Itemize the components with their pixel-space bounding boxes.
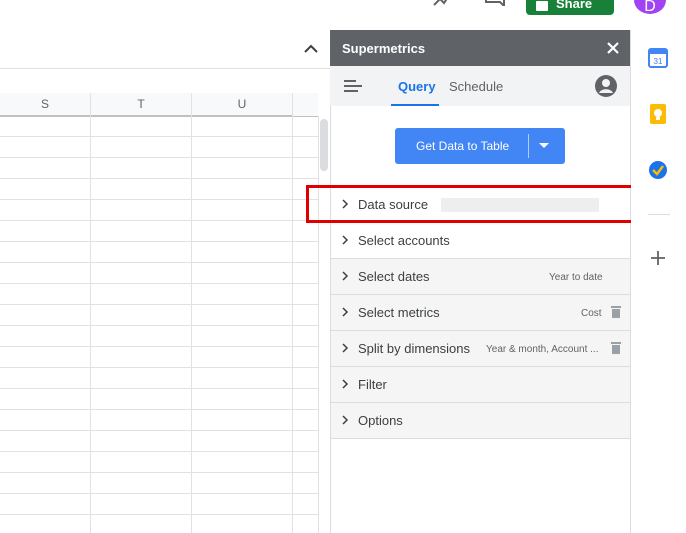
chevron-right-icon (342, 343, 349, 353)
formula-bar-area (0, 30, 330, 69)
sheet-row[interactable] (0, 179, 318, 200)
trash-icon[interactable] (611, 305, 621, 318)
svg-text:31: 31 (654, 57, 663, 66)
keep-icon[interactable] (648, 104, 668, 124)
sheet-row[interactable] (0, 389, 318, 410)
column-header-t[interactable]: T (91, 93, 192, 116)
section-select-dates[interactable]: Select dates Year to date (331, 259, 630, 295)
sheet-row[interactable] (0, 494, 318, 515)
sheet-row[interactable] (0, 116, 318, 137)
sheet-row[interactable] (0, 158, 318, 179)
section-label: Filter (358, 377, 387, 392)
chevron-right-icon (342, 379, 349, 389)
sheet-row[interactable] (0, 515, 318, 533)
column-divider (292, 93, 293, 533)
section-label: Options (358, 413, 403, 428)
section-value: Year & month, Account ... (486, 344, 599, 355)
cell-grid[interactable] (0, 116, 318, 533)
section-label: Select accounts (358, 233, 450, 248)
section-select-accounts[interactable]: Select accounts (331, 223, 630, 259)
section-label: Select dates (358, 269, 430, 284)
sheet-row[interactable] (0, 284, 318, 305)
chevron-right-icon (342, 415, 349, 425)
sheet-row[interactable] (0, 221, 318, 242)
rail-divider (648, 214, 670, 215)
sheet-row[interactable] (0, 347, 318, 368)
menu-icon[interactable] (344, 79, 362, 93)
scrollbar-thumb[interactable] (320, 119, 328, 171)
section-label: Split by dimensions (358, 341, 470, 356)
section-filter[interactable]: Filter (331, 367, 630, 403)
sheet-row[interactable] (0, 242, 318, 263)
tab-schedule[interactable]: Schedule (449, 79, 503, 94)
sheet-row[interactable] (0, 452, 318, 473)
tab-query[interactable]: Query (398, 79, 436, 94)
calendar-icon[interactable]: 31 (648, 48, 668, 68)
sheet-row[interactable] (0, 200, 318, 221)
sheet-row[interactable] (0, 263, 318, 284)
lock-icon (536, 1, 548, 11)
column-divider (191, 93, 192, 533)
column-divider (90, 93, 91, 533)
sidebar-title: Supermetrics (342, 41, 426, 56)
sheet-row[interactable] (0, 326, 318, 347)
section-value: Year to date (549, 272, 603, 283)
column-header-s[interactable]: S (0, 93, 91, 116)
chevron-right-icon (342, 271, 349, 281)
section-split-by-dimensions[interactable]: Split by dimensions Year & month, Accoun… (331, 331, 630, 367)
trash-icon[interactable] (611, 341, 621, 354)
activity-icon[interactable] (432, 0, 450, 6)
get-data-label: Get Data to Table (416, 139, 510, 153)
sheet-row[interactable] (0, 305, 318, 326)
button-divider (528, 134, 529, 158)
get-data-to-table-button[interactable]: Get Data to Table (395, 128, 565, 164)
sheet-row[interactable] (0, 410, 318, 431)
section-label: Select metrics (358, 305, 440, 320)
column-header-u[interactable]: U (192, 93, 293, 116)
section-select-metrics[interactable]: Select metrics Cost (331, 295, 630, 331)
caret-down-icon[interactable] (539, 143, 549, 148)
sidebar-nav: Query Schedule (330, 66, 630, 106)
sheet-row[interactable] (0, 368, 318, 389)
sheet-row[interactable] (0, 473, 318, 494)
sidebar-header: Supermetrics (330, 30, 630, 66)
comment-icon[interactable] (484, 0, 506, 6)
close-icon[interactable] (604, 39, 622, 57)
chevron-right-icon (342, 235, 349, 245)
share-button[interactable]: Share (526, 0, 614, 15)
tasks-icon[interactable] (648, 160, 668, 180)
active-tab-indicator (391, 104, 439, 106)
highlight-box (306, 185, 638, 223)
sheet-row[interactable] (0, 137, 318, 158)
add-icon[interactable] (650, 250, 666, 266)
account-circle-icon[interactable] (594, 74, 618, 98)
chevron-up-icon[interactable] (302, 41, 320, 57)
section-value: Cost (581, 308, 602, 319)
section-options[interactable]: Options (331, 403, 630, 439)
share-label: Share (556, 0, 593, 11)
sheet-row[interactable] (0, 431, 318, 452)
chevron-right-icon (342, 307, 349, 317)
